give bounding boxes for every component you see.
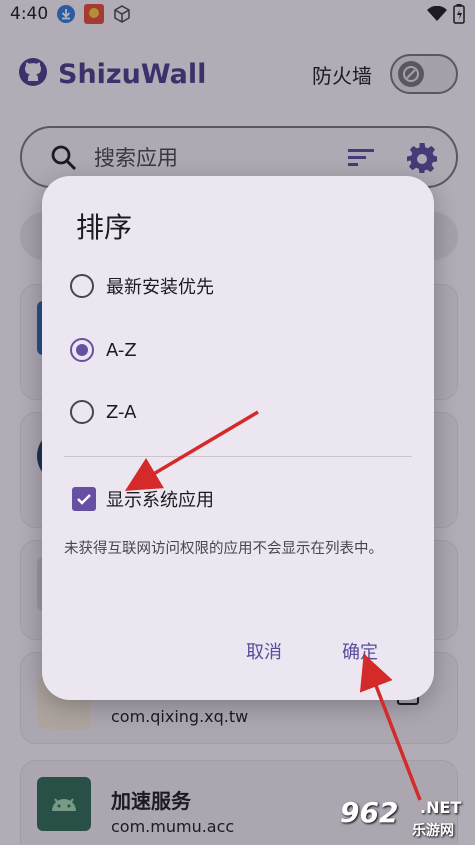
divider <box>64 456 412 457</box>
show-system-apps-row[interactable]: 显示系统应用 <box>72 484 214 514</box>
radio-button-selected[interactable] <box>70 338 94 362</box>
sort-option-a-z[interactable]: A-Z <box>70 330 137 370</box>
dialog-hint: 未获得互联网访问权限的应用不会显示在列表中。 <box>64 541 383 557</box>
sort-dialog: 排序 最新安装优先 A-Z Z-A 显示系统应用 未获得互联网访问权限的应用不会… <box>42 176 434 700</box>
option-label: 最新安装优先 <box>106 277 214 298</box>
sort-option-newest[interactable]: 最新安装优先 <box>70 266 214 306</box>
show-system-apps-checkbox[interactable] <box>72 487 96 511</box>
dialog-title: 排序 <box>76 211 133 244</box>
radio-button[interactable] <box>70 400 94 424</box>
show-system-apps-label: 显示系统应用 <box>106 490 214 511</box>
sort-option-z-a[interactable]: Z-A <box>70 392 136 432</box>
option-label: A-Z <box>106 339 137 361</box>
cancel-button[interactable]: 取消 <box>246 638 282 664</box>
confirm-button[interactable]: 确定 <box>342 638 378 664</box>
radio-button[interactable] <box>70 274 94 298</box>
option-label: Z-A <box>106 401 137 423</box>
